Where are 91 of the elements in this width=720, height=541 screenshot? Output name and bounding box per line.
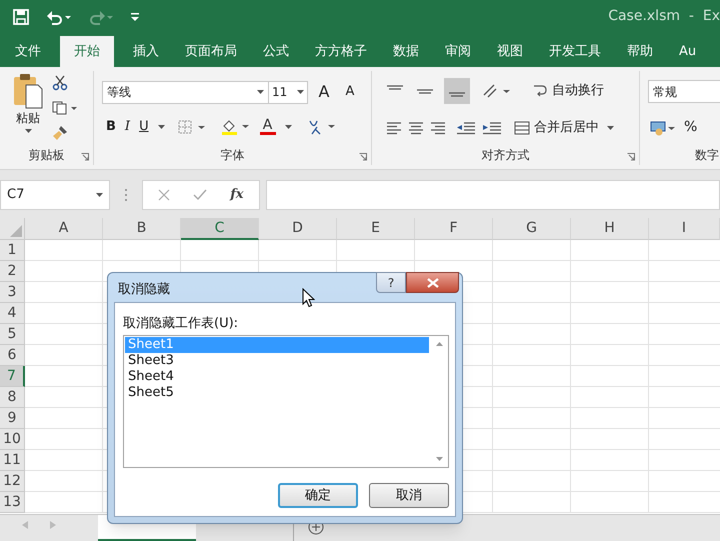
merge-icon (514, 120, 530, 136)
column-header[interactable]: C (181, 218, 259, 240)
bottom-align-icon[interactable] (444, 78, 470, 104)
ribbon-tab[interactable]: Au (668, 36, 708, 67)
column-header[interactable]: E (337, 218, 415, 240)
dialog-launcher-icon[interactable] (627, 153, 635, 161)
row-header[interactable]: 7 (0, 366, 25, 387)
ribbon-tab[interactable]: 审阅 (434, 36, 482, 67)
dropdown-arrow-icon[interactable] (607, 126, 614, 130)
bold-button[interactable]: B (106, 117, 116, 136)
row-header[interactable]: 1 (0, 240, 25, 261)
ribbon-tab[interactable]: 方方格子 (304, 36, 378, 67)
orientation-icon[interactable] (482, 83, 512, 99)
formula-input[interactable] (266, 180, 720, 210)
font-size-field[interactable]: 11 (268, 80, 308, 104)
align-right-icon[interactable] (430, 120, 446, 135)
percent-button[interactable]: % (684, 117, 698, 138)
column-header[interactable]: I (649, 218, 720, 240)
window-title: Case.xlsm - Ex (608, 7, 720, 26)
column-header[interactable]: H (571, 218, 649, 240)
column-header[interactable]: A (25, 218, 103, 240)
format-painter-icon[interactable] (52, 125, 68, 141)
group-label: 数字 (695, 147, 719, 164)
row-header[interactable]: 13 (0, 492, 25, 513)
row-header[interactable]: 2 (0, 261, 25, 282)
wrap-icon (532, 83, 548, 99)
clipboard-icon (12, 73, 44, 109)
ribbon-tab[interactable]: 公式 (252, 36, 300, 67)
row-header[interactable]: 9 (0, 408, 25, 429)
close-icon (426, 278, 438, 288)
dialog-title: 取消隐藏 (118, 281, 170, 299)
group-label: 字体 (220, 147, 244, 164)
ribbon-tab[interactable]: 文件 (4, 36, 52, 67)
increase-font-button[interactable]: A (314, 80, 334, 104)
font-color-button[interactable]: A (260, 118, 276, 136)
sheet-list-item[interactable]: Sheet3 (125, 353, 429, 369)
dialog-launcher-icon[interactable] (81, 153, 89, 161)
align-center-icon[interactable] (408, 120, 424, 135)
dropdown-arrow-icon[interactable] (284, 124, 292, 129)
ribbon-tab[interactable]: 开始 (60, 36, 114, 67)
insert-function-button[interactable]: fx (230, 185, 244, 205)
copy-icon[interactable] (52, 101, 78, 115)
ribbon-tab[interactable]: 视图 (486, 36, 534, 67)
italic-button[interactable]: I (124, 117, 130, 136)
currency-icon[interactable] (650, 120, 676, 136)
dropdown-arrow-icon[interactable] (24, 129, 32, 133)
wrap-text-button[interactable]: 自动换行 (532, 81, 604, 101)
ribbon-tab[interactable]: 数据 (382, 36, 430, 67)
increase-indent-icon[interactable] (482, 120, 502, 135)
ribbon-tab[interactable]: 页面布局 (174, 36, 248, 67)
row-header[interactable]: 5 (0, 324, 25, 345)
underline-button[interactable]: U (139, 117, 149, 136)
number-format-field[interactable]: 常规 (648, 80, 720, 103)
row-header[interactable]: 8 (0, 387, 25, 408)
row-header[interactable]: 10 (0, 429, 25, 450)
font-name-field[interactable]: 等线 (102, 80, 269, 104)
sheet-list-item[interactable]: Sheet5 (125, 385, 429, 401)
row-header[interactable]: 11 (0, 450, 25, 471)
close-button[interactable] (406, 272, 459, 293)
fill-color-icon[interactable] (220, 118, 251, 136)
row-header[interactable]: 3 (0, 282, 25, 303)
scissors-icon[interactable] (52, 75, 68, 91)
sheet-list-item[interactable]: Sheet4 (125, 369, 429, 385)
ribbon-tab[interactable]: 开发工具 (538, 36, 612, 67)
column-header[interactable]: G (493, 218, 571, 240)
dropdown-arrow-icon[interactable] (158, 124, 165, 129)
ribbon-tab[interactable]: 帮助 (616, 36, 664, 67)
decrease-font-button[interactable]: A (340, 82, 360, 102)
row-header[interactable]: 12 (0, 471, 25, 492)
column-header[interactable]: D (259, 218, 337, 240)
merge-center-button[interactable]: 合并后居中 (514, 118, 614, 138)
column-header[interactable]: F (415, 218, 493, 240)
group-label: 对齐方式 (482, 147, 530, 164)
row-header[interactable]: 4 (0, 303, 25, 324)
decrease-indent-icon[interactable] (456, 120, 476, 135)
dialog-button[interactable]: 取消 (369, 483, 449, 508)
help-button[interactable]: ? (376, 272, 406, 293)
name-box[interactable]: C7 (0, 180, 110, 210)
list-label: 取消隐藏工作表(U): (123, 315, 238, 333)
dialog-button[interactable]: 确定 (278, 483, 358, 508)
dropdown-arrow-icon[interactable] (257, 90, 264, 94)
ribbon-tab[interactable]: 插入 (122, 36, 170, 67)
save-icon[interactable] (12, 8, 30, 26)
dropdown-arrow-icon[interactable] (297, 90, 304, 94)
row-header[interactable]: 6 (0, 345, 25, 366)
dropdown-arrow-icon[interactable] (96, 193, 103, 197)
customize-icon[interactable] (130, 10, 140, 22)
group-label: 剪贴板 (28, 147, 64, 164)
dialog-launcher-icon[interactable] (359, 153, 367, 161)
align-left-icon[interactable] (386, 120, 402, 135)
undo-icon[interactable] (46, 8, 72, 24)
